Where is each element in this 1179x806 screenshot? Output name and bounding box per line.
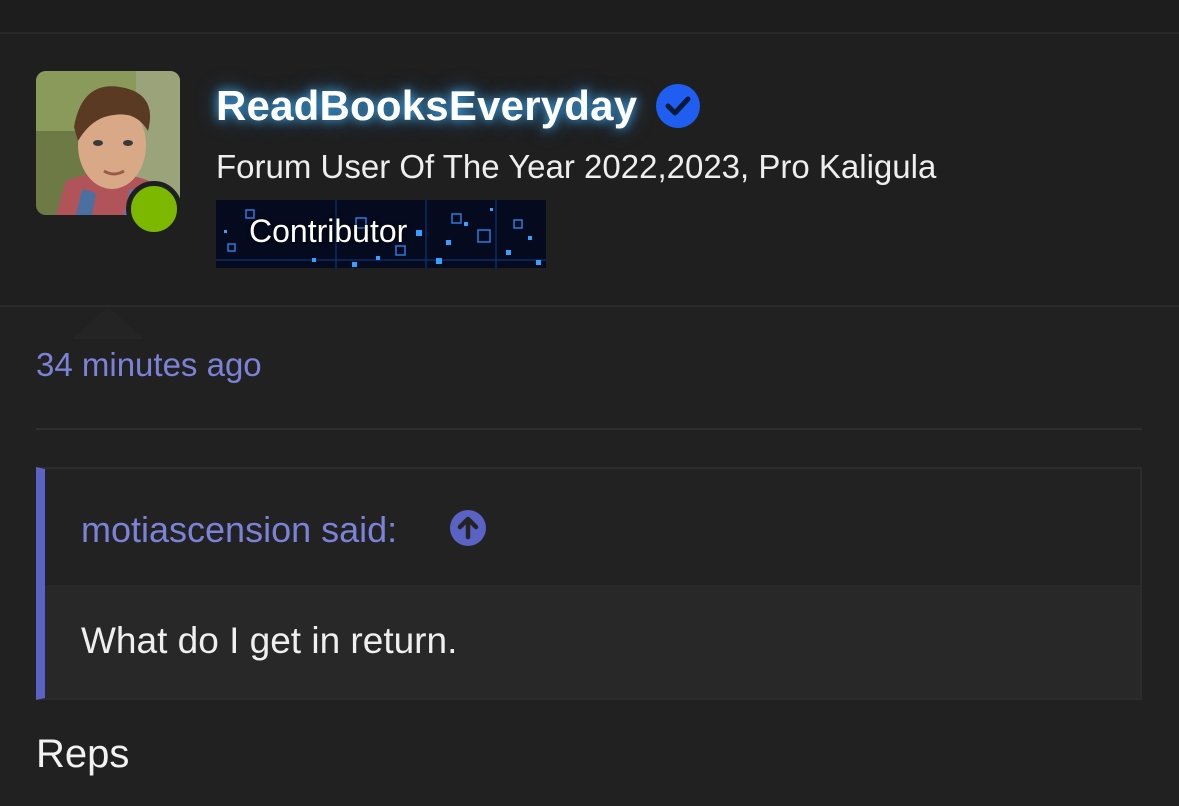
verified-badge-icon xyxy=(656,84,701,128)
divider xyxy=(36,428,1142,430)
quote-header: motiascension said: xyxy=(45,469,1140,585)
username[interactable]: ReadBooksEveryday xyxy=(216,82,637,130)
user-header: ReadBooksEveryday Forum User Of The Year… xyxy=(0,34,1179,339)
arrow-up-circle-icon[interactable] xyxy=(449,509,487,547)
avatar-container[interactable] xyxy=(36,71,182,237)
top-bar xyxy=(0,0,1179,34)
banner-label: Contributor xyxy=(249,213,408,249)
online-status-icon xyxy=(126,181,182,237)
forum-post: ReadBooksEveryday Forum User Of The Year… xyxy=(0,0,1179,806)
username-row: ReadBooksEveryday xyxy=(216,78,701,134)
post-timestamp[interactable]: 34 minutes ago xyxy=(36,346,262,384)
quote-author-link[interactable]: motiascension said: xyxy=(81,509,397,551)
post-body: Reps xyxy=(36,732,130,776)
header-pointer xyxy=(72,307,144,339)
quote-block: motiascension said: What do I get in ret… xyxy=(36,467,1142,700)
contributor-banner: Contributor xyxy=(216,200,546,268)
user-title: Forum User Of The Year 2022,2023, Pro Ka… xyxy=(216,148,937,185)
quote-body: What do I get in return. xyxy=(45,585,1140,698)
quote-text: What do I get in return. xyxy=(81,620,458,661)
